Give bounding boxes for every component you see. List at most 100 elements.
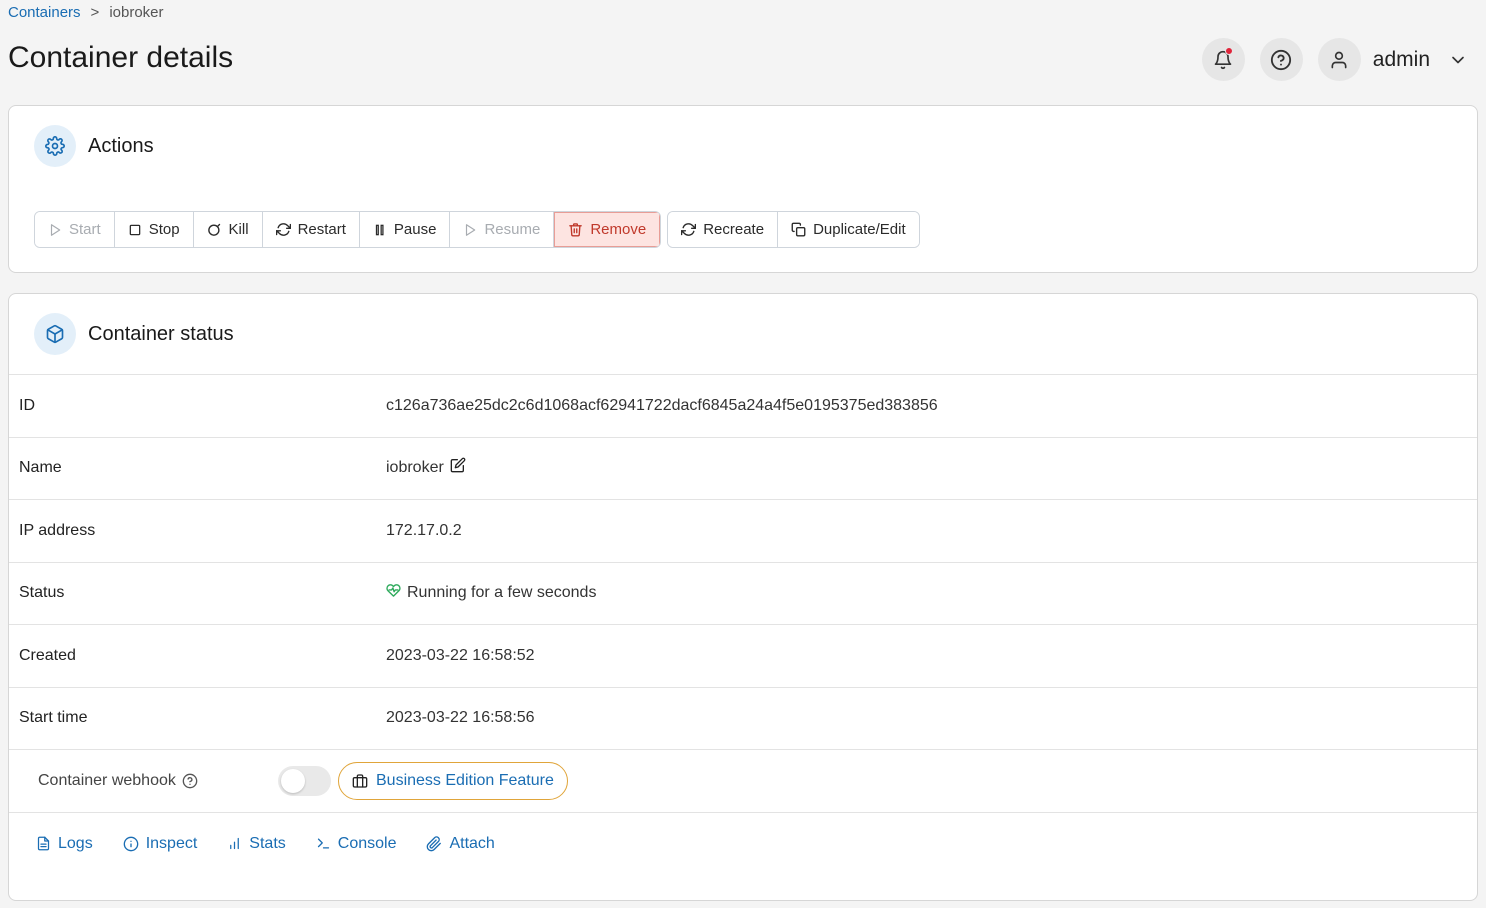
table-row-created: Created 2023-03-22 16:58:52	[9, 624, 1477, 687]
topbar: admin	[1201, 38, 1468, 81]
breadcrumb-current: iobroker	[109, 4, 164, 21]
help-circle-icon	[1271, 49, 1292, 70]
help-button[interactable]	[1259, 38, 1303, 81]
gear-icon	[45, 136, 65, 156]
resume-button-label: Resume	[484, 221, 541, 238]
actions-title: Actions	[88, 134, 154, 157]
user-menu[interactable]: admin	[1317, 38, 1468, 81]
console-link-label: Console	[337, 834, 397, 852]
terminal-icon	[317, 838, 329, 849]
avatar	[1317, 38, 1361, 81]
webhook-label: Container webhook	[38, 772, 176, 789]
stats-link-label: Stats	[249, 834, 286, 852]
table-row-status: Status Running for a few seconds	[9, 561, 1477, 625]
notifications-button[interactable]	[1201, 38, 1245, 81]
edit-button-group: Recreate Duplicate/Edit	[667, 211, 920, 248]
briefcase-icon	[352, 774, 368, 788]
breadcrumb-containers-link[interactable]: Containers	[8, 4, 81, 21]
heartbeat-icon	[386, 583, 401, 597]
pause-button-label: Pause	[393, 221, 437, 238]
table-row-start-time: Start time 2023-03-22 16:58:56	[9, 686, 1477, 750]
recreate-button-label: Recreate	[703, 221, 765, 238]
row-label: Created	[19, 646, 76, 664]
ip-address-value: 172.17.0.2	[386, 521, 462, 539]
attach-link-label: Attach	[449, 834, 495, 852]
table-row-name: Name iobroker	[9, 436, 1477, 500]
user-name: admin	[1372, 47, 1430, 71]
settings-icon-wrap	[34, 125, 76, 167]
status-table: ID c126a736ae25dc2c6d1068acf62941722dacf…	[9, 374, 1477, 874]
inspect-link[interactable]: Inspect	[123, 834, 198, 853]
business-edition-badge[interactable]: Business Edition Feature	[338, 762, 568, 800]
restart-button-label: Restart	[297, 221, 346, 238]
status-title: Container status	[88, 322, 234, 345]
duplicate-edit-button-label: Duplicate/Edit	[813, 221, 906, 238]
play-icon	[50, 223, 61, 236]
attach-link[interactable]: Attach	[426, 834, 495, 853]
copy-icon	[791, 222, 806, 237]
help-circle-icon[interactable]	[182, 773, 198, 789]
row-label: Start time	[19, 709, 88, 727]
stop-button[interactable]: Stop	[114, 212, 194, 247]
logs-link[interactable]: Logs	[36, 835, 93, 853]
status-value: Running for a few seconds	[407, 584, 597, 602]
action-buttons: Start Stop Kill Restart Pause Resume Rem…	[34, 211, 920, 248]
webhook-row: Container webhook Business Edition Featu…	[9, 749, 1477, 812]
console-link[interactable]: Console	[316, 834, 397, 853]
status-value-wrap: Running for a few seconds	[386, 583, 597, 602]
created-value: 2023-03-22 16:58:52	[386, 646, 535, 664]
page-title: Container details	[8, 41, 234, 74]
status-card-header: Container status	[9, 294, 1477, 374]
inspect-link-label: Inspect	[145, 834, 198, 852]
container-id-value: c126a736ae25dc2c6d1068acf62941722dacf684…	[386, 396, 938, 414]
container-status-card: Container status ID c126a736ae25dc2c6d10…	[8, 293, 1478, 901]
bar-chart-icon	[230, 837, 240, 850]
notification-dot	[1224, 47, 1233, 55]
refresh-icon	[275, 223, 291, 236]
play-icon	[466, 223, 476, 236]
remove-button-label: Remove	[590, 221, 647, 238]
pause-button[interactable]: Pause	[359, 212, 451, 247]
chevron-down-icon	[1452, 56, 1464, 63]
recreate-button[interactable]: Recreate	[668, 212, 779, 247]
breadcrumb-separator: >	[90, 4, 100, 21]
lifecycle-button-group: Start Stop Kill Restart Pause Resume Rem…	[34, 211, 662, 248]
resume-button[interactable]: Resume	[450, 212, 555, 247]
row-label: Status	[19, 584, 65, 602]
trash-icon	[569, 223, 583, 237]
business-edition-label: Business Edition Feature	[376, 772, 554, 789]
row-label: Name	[19, 459, 62, 477]
container-name-value: iobroker	[386, 459, 444, 477]
remove-button[interactable]: Remove	[554, 212, 661, 247]
bomb-icon	[207, 223, 220, 236]
start-button-label: Start	[69, 221, 101, 238]
user-icon	[1331, 51, 1347, 68]
table-row-id: ID c126a736ae25dc2c6d1068acf62941722dacf…	[9, 374, 1477, 437]
actions-card-header: Actions	[9, 106, 1477, 186]
edit-icon[interactable]	[450, 457, 466, 473]
kill-button[interactable]: Kill	[193, 212, 263, 247]
refresh-icon	[681, 223, 697, 236]
row-label: IP address	[19, 521, 96, 539]
table-row-ip: IP address 172.17.0.2	[9, 499, 1477, 562]
name-value-wrap: iobroker	[386, 457, 466, 477]
stop-button-label: Stop	[148, 221, 180, 238]
square-icon	[129, 224, 140, 235]
duplicate-edit-button[interactable]: Duplicate/Edit	[778, 212, 919, 247]
box-icon-wrap	[34, 313, 76, 355]
actions-card: Actions Start Stop Kill Restart Pause Re…	[8, 105, 1478, 273]
container-links: Logs Inspect Stats Console Attach	[9, 812, 1477, 874]
stats-link[interactable]: Stats	[227, 834, 286, 853]
logs-link-label: Logs	[58, 834, 93, 852]
toggle-knob	[281, 769, 305, 793]
row-label: ID	[19, 396, 35, 414]
paperclip-icon	[427, 835, 442, 851]
pause-icon	[375, 224, 384, 235]
breadcrumb: Containers > iobroker	[8, 4, 164, 21]
restart-button[interactable]: Restart	[262, 212, 360, 247]
webhook-toggle[interactable]	[278, 766, 331, 796]
file-text-icon	[37, 836, 50, 851]
start-button[interactable]: Start	[35, 212, 115, 247]
webhook-label-wrap: Container webhook	[38, 772, 278, 790]
kill-button-label: Kill	[228, 221, 249, 238]
